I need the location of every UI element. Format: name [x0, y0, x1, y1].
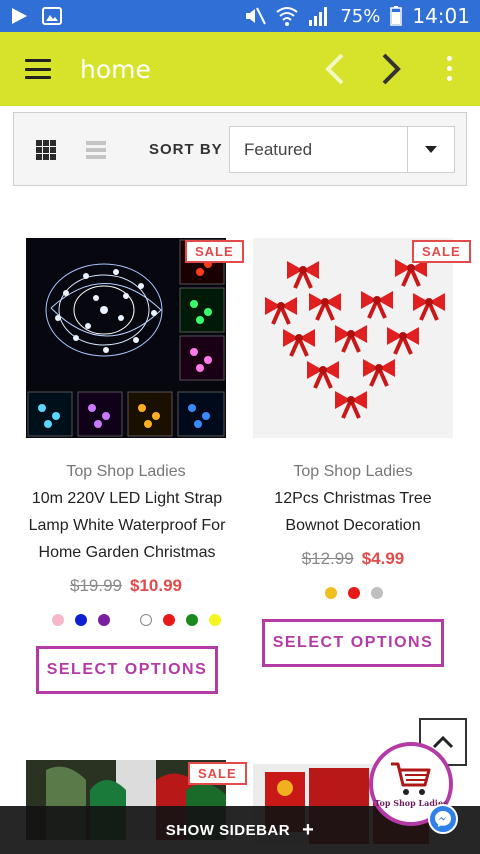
compare-at-price: $19.99 — [70, 576, 122, 595]
plus-icon: + — [302, 819, 315, 841]
color-swatch[interactable] — [75, 614, 87, 626]
product-image-led-lights[interactable] — [26, 238, 226, 438]
color-swatch[interactable] — [348, 587, 360, 599]
battery-percent: 75% — [340, 5, 381, 27]
product-image-bows[interactable] — [253, 238, 453, 438]
product-vendor[interactable]: Top Shop Ladies — [238, 463, 468, 481]
color-swatch[interactable] — [186, 614, 198, 626]
product-price: $19.99 $10.99 — [11, 576, 241, 596]
sale-badge: SALE — [185, 240, 244, 263]
wifi-icon — [276, 6, 298, 26]
product-title-line: 10m 220V LED Light Strap — [31, 490, 223, 507]
color-swatch[interactable] — [371, 587, 383, 599]
sale-price: $4.99 — [361, 549, 405, 568]
product-title[interactable]: 12Pcs Christmas Tree Bownot Decoration — [233, 485, 473, 539]
signal-icon — [308, 6, 330, 26]
sort-select-value: Featured — [244, 139, 313, 159]
list-view-icon[interactable] — [86, 141, 106, 159]
sale-badge: SALE — [188, 762, 247, 785]
grid-view-icon[interactable] — [36, 140, 56, 160]
product-title[interactable]: 10m 220V LED Light Strap Lamp White Wate… — [7, 485, 247, 566]
messenger-icon[interactable] — [428, 804, 458, 834]
color-swatch[interactable] — [325, 587, 337, 599]
select-options-button[interactable]: SELECT OPTIONS — [36, 646, 218, 694]
status-bar: 75% 14:01 — [0, 0, 480, 32]
color-swatch[interactable] — [209, 614, 221, 626]
color-swatch[interactable] — [140, 614, 152, 626]
chevron-up-icon — [432, 735, 454, 749]
show-sidebar-label: SHOW SIDEBAR — [165, 821, 291, 839]
shopping-cart-icon — [391, 762, 431, 795]
compare-at-price: $12.99 — [301, 549, 354, 568]
mute-icon — [244, 6, 267, 26]
sale-price: $10.99 — [130, 576, 182, 595]
overflow-menu-icon[interactable] — [444, 56, 454, 81]
sort-by-label: SORT BY — [149, 141, 223, 158]
image-icon — [42, 7, 62, 25]
color-swatch[interactable] — [163, 614, 175, 626]
page-title: home — [80, 54, 151, 84]
select-options-button[interactable]: SELECT OPTIONS — [262, 619, 444, 667]
product-title-line: Bownot Decoration — [285, 517, 421, 534]
caret-down-icon — [407, 127, 454, 172]
product-title-line: Home Garden Christmas — [38, 544, 216, 561]
sale-badge: SALE — [412, 240, 471, 263]
chevron-right-icon[interactable] — [378, 52, 404, 91]
color-swatches — [52, 614, 232, 626]
color-swatch[interactable] — [52, 614, 64, 626]
battery-icon — [390, 6, 403, 26]
color-swatch[interactable] — [98, 614, 110, 626]
collection-toolbar: SORT BY Featured — [13, 112, 467, 186]
hamburger-menu-icon[interactable] — [25, 59, 51, 79]
sort-select[interactable]: Featured — [229, 126, 455, 173]
product-title-line: Lamp White Waterproof For — [28, 517, 226, 534]
product-title-line: 12Pcs Christmas Tree — [274, 490, 432, 507]
play-icon — [10, 7, 28, 25]
clock: 14:01 — [412, 4, 470, 28]
app-bar: home — [0, 32, 480, 106]
color-swatches — [325, 587, 394, 599]
chevron-left-icon[interactable] — [322, 52, 348, 91]
product-vendor[interactable]: Top Shop Ladies — [11, 463, 241, 481]
product-price: $12.99 $4.99 — [238, 549, 468, 569]
